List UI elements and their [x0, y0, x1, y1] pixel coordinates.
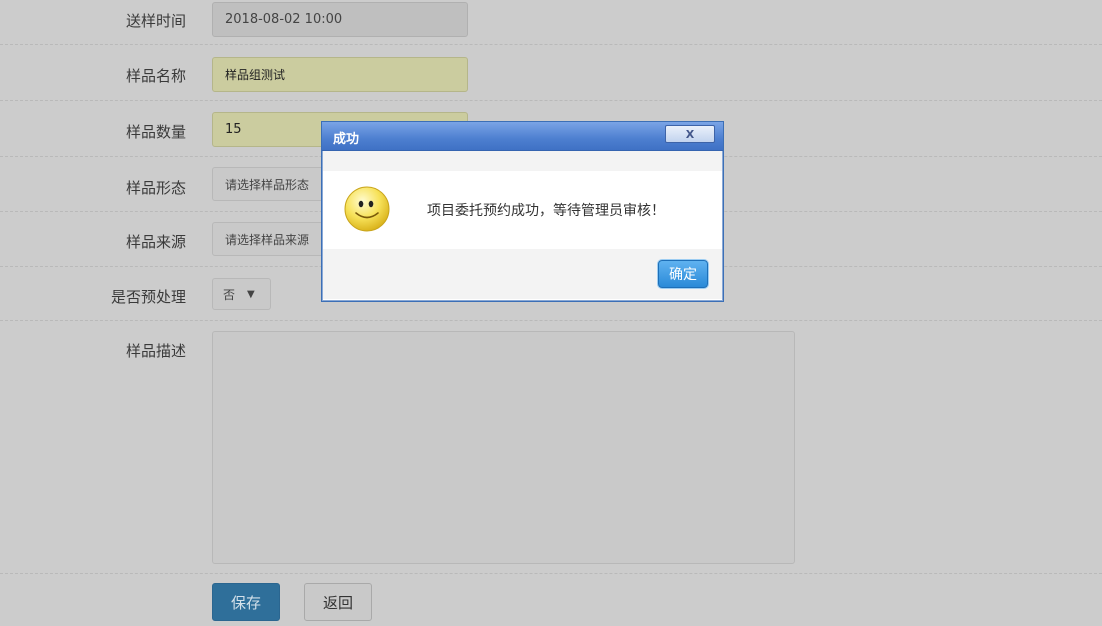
ok-button[interactable]: 确定	[658, 260, 708, 288]
back-button[interactable]: 返回	[304, 583, 372, 621]
dialog-titlebar[interactable]: 成功 X	[322, 122, 723, 151]
sample-name-label: 样品名称	[125, 67, 186, 85]
form-row-description: 样品描述	[0, 321, 1102, 574]
sample-form-placeholder: 请选择样品形态	[225, 177, 310, 192]
sample-quantity-value: 15	[225, 122, 242, 137]
sample-name-input[interactable]: 样品组测试	[212, 57, 468, 92]
pretreatment-select[interactable]: 否 ▼	[212, 278, 271, 310]
sample-quantity-label: 样品数量	[125, 123, 186, 141]
sample-name-value: 样品组测试	[225, 68, 286, 82]
chevron-down-icon: ▼	[247, 288, 255, 300]
dialog-title: 成功	[333, 132, 360, 147]
dialog-body: 项目委托预约成功，等待管理员审核！	[323, 171, 722, 249]
send-time-field: 2018-08-02 10:00	[212, 2, 468, 37]
description-textarea[interactable]	[212, 331, 795, 564]
dialog-message: 项目委托预约成功，等待管理员审核！	[427, 203, 665, 219]
close-icon[interactable]: X	[665, 125, 715, 143]
close-label: X	[685, 127, 695, 141]
pretreatment-selected: 否	[223, 287, 236, 302]
success-dialog: 成功 X 项目委托预约成功，等待管理员审核！ 确定	[321, 121, 724, 302]
sample-source-label: 样品来源	[125, 233, 186, 251]
sample-form: 送样时间 2018-08-02 10:00 样品名称 样品组测试 样品数量 15…	[0, 0, 1102, 626]
send-time-label: 送样时间	[125, 12, 186, 30]
save-button[interactable]: 保存	[212, 583, 280, 621]
form-row-sample-name: 样品名称 样品组测试	[0, 45, 1102, 101]
description-label: 样品描述	[125, 342, 186, 360]
pretreatment-label: 是否预处理	[110, 288, 186, 306]
sample-form-label: 样品形态	[125, 179, 186, 197]
smiley-icon	[344, 186, 390, 232]
send-time-value: 2018-08-02 10:00	[225, 12, 343, 27]
sample-source-placeholder: 请选择样品来源	[225, 232, 310, 247]
form-row-send-time: 送样时间 2018-08-02 10:00	[0, 0, 1102, 45]
dialog-header-band	[323, 151, 722, 171]
dialog-footer: 确定	[323, 249, 722, 299]
